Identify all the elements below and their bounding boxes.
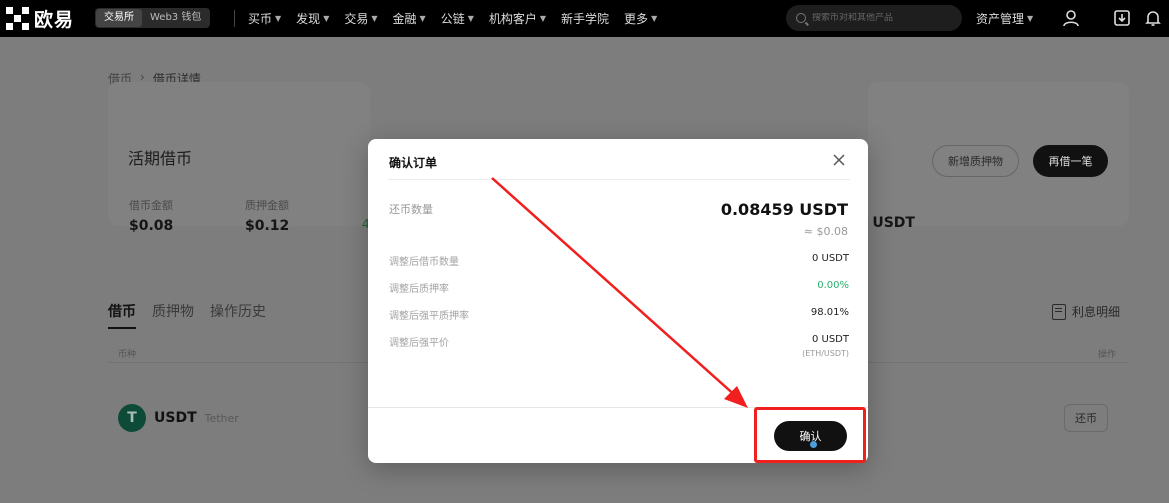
detail-value: 0.00% <box>817 280 849 291</box>
repay-button[interactable]: 还币 <box>1064 404 1108 432</box>
nav-label: 发现 <box>296 12 321 26</box>
tab-history[interactable]: 操作历史 <box>210 301 266 329</box>
exchange-wallet-switch: 交易所 Web3 钱包 <box>95 8 211 28</box>
repay-amount-value: 0.08459 USDT <box>720 200 848 219</box>
stat-label: 质押金额 <box>245 199 289 212</box>
table-row: T USDT Tether <box>118 404 239 432</box>
detail-value: 0 USDT <box>811 334 849 345</box>
nav-more[interactable]: 更多 ▼ <box>624 10 657 27</box>
nav-label: 交易 <box>344 12 369 26</box>
token-symbol: USDT <box>154 410 197 426</box>
tether-icon: T <box>118 404 146 432</box>
collateral-amount-stat: 质押金额 $0.12 <box>245 197 289 234</box>
nav-label: 机构客户 <box>488 12 537 26</box>
asset-management-menu[interactable]: 资产管理 ▼ <box>976 0 1033 37</box>
chevron-down-icon: ▼ <box>651 14 658 23</box>
logo-mark-icon <box>6 7 29 30</box>
repay-fiat-value: ≈ $0.08 <box>803 225 848 238</box>
stat-label: 借币金额 <box>129 199 173 212</box>
nav-institutional[interactable]: 机构客户 ▼ <box>489 10 546 27</box>
chevron-down-icon: ▼ <box>275 14 282 23</box>
top-navigation-bar: 欧易 交易所 Web3 钱包 买币 ▼ 发现 ▼ 交易 ▼ 金融 ▼ 公链 ▼ 机构客户 ▼… <box>0 0 1169 37</box>
stat-value: $0.12 <box>245 218 290 234</box>
search-input[interactable] <box>812 13 952 23</box>
logo-text: 欧易 <box>34 8 75 31</box>
tab-loans[interactable]: 借币 <box>108 301 136 329</box>
close-icon[interactable] <box>830 151 848 169</box>
nav-divider <box>234 10 235 27</box>
chevron-down-icon: ▼ <box>539 14 547 23</box>
detail-label: 调整后质押率 <box>389 284 449 295</box>
borrow-more-button[interactable]: 再借一笔 <box>1033 145 1108 177</box>
nav-label: 新手学院 <box>561 12 610 26</box>
interest-details-label: 利息明细 <box>1072 305 1121 319</box>
download-icon[interactable] <box>1112 8 1132 28</box>
column-header-action: 操作 <box>1098 350 1117 360</box>
search-icon <box>796 13 806 23</box>
nav-label: 金融 <box>392 12 417 26</box>
loan-tabs: 借币 质押物 操作历史 <box>108 301 266 329</box>
okx-logo[interactable]: 欧易 <box>6 6 75 31</box>
detail-label: 调整后借币数量 <box>389 257 459 268</box>
chevron-down-icon: ▼ <box>371 14 378 23</box>
bell-icon[interactable] <box>1143 8 1163 28</box>
user-icon[interactable] <box>1061 8 1081 28</box>
add-collateral-button[interactable]: 新增质押物 <box>932 145 1019 177</box>
tab-exchange[interactable]: 交易所 <box>96 9 142 27</box>
annotation-highlight-box <box>754 407 866 463</box>
repay-amount-label: 还币数量 <box>389 203 433 216</box>
detail-subvalue: (ETH/USDT) <box>802 349 849 358</box>
search-box[interactable] <box>786 5 962 31</box>
modal-header-divider <box>388 179 850 180</box>
nav-academy[interactable]: 新手学院 <box>561 10 609 27</box>
tab-collateral[interactable]: 质押物 <box>152 301 194 329</box>
nav-label: 公链 <box>440 12 465 26</box>
nav-label: 买币 <box>248 12 273 26</box>
detail-value: 0 USDT <box>811 253 849 264</box>
token-name: Tether <box>204 411 239 425</box>
nav-buy-crypto[interactable]: 买币 ▼ <box>248 10 281 27</box>
chevron-down-icon: ▼ <box>419 14 426 23</box>
interest-details-link[interactable]: 利息明细 <box>1052 303 1120 320</box>
nav-discover[interactable]: 发现 ▼ <box>296 10 329 27</box>
chevron-down-icon: ▼ <box>467 14 474 23</box>
detail-value: 98.01% <box>810 307 849 318</box>
nav-public-chain[interactable]: 公链 ▼ <box>441 10 474 27</box>
borrowed-amount-stat: 借币金额 $0.08 <box>129 197 173 234</box>
column-header-currency: 币种 <box>118 350 137 360</box>
tab-web3-wallet[interactable]: Web3 钱包 <box>142 9 209 27</box>
asset-management-label: 资产管理 <box>976 12 1025 26</box>
detail-label: 调整后强平质押率 <box>389 311 469 322</box>
chevron-down-icon: ▼ <box>1027 14 1034 23</box>
stat-value: $0.08 <box>129 218 174 234</box>
detail-label: 调整后强平价 <box>389 338 449 349</box>
modal-title: 确认订单 <box>389 156 438 170</box>
nav-label: 更多 <box>624 12 649 26</box>
flexible-loan-title: 活期借币 <box>128 149 193 168</box>
nav-finance[interactable]: 金融 ▼ <box>393 10 426 27</box>
main-nav: 买币 ▼ 发现 ▼ 交易 ▼ 金融 ▼ 公链 ▼ 机构客户 ▼ 新手学院 更多 ▼ <box>248 0 657 37</box>
document-icon <box>1052 303 1066 320</box>
nav-trade[interactable]: 交易 ▼ <box>344 10 377 27</box>
chevron-down-icon: ▼ <box>323 14 330 23</box>
